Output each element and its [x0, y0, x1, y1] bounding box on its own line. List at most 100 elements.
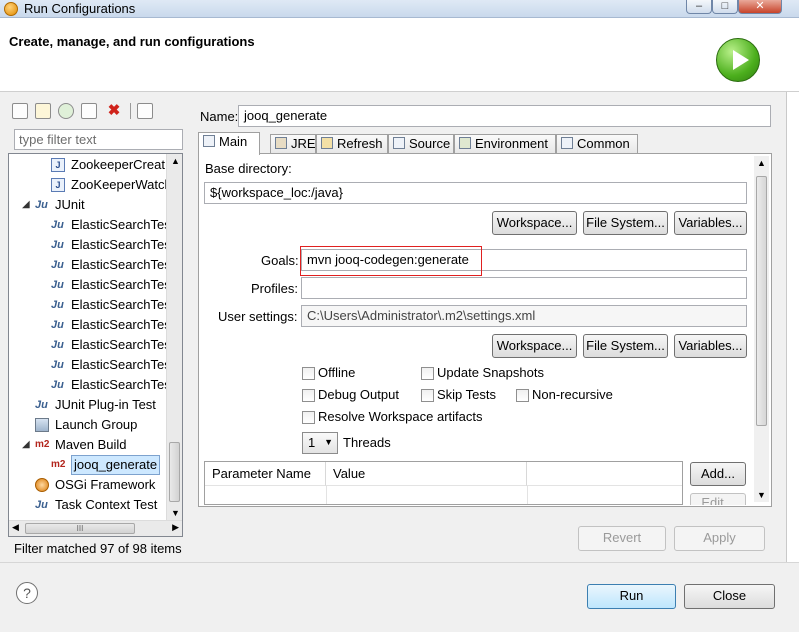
delete-icon[interactable]: ✖ — [106, 103, 122, 119]
base-directory-input[interactable]: ${workspace_loc:/java} — [204, 182, 747, 204]
tab-refresh[interactable]: Refresh — [316, 134, 388, 154]
duplicate-icon[interactable] — [81, 103, 97, 119]
scroll-right-icon[interactable]: ▶ — [172, 522, 179, 533]
junit-icon: Ju — [51, 379, 64, 391]
tree-item-label: ZooKeeperWatcl — [71, 177, 168, 192]
scroll-up-icon[interactable]: ▲ — [171, 156, 180, 166]
run-button[interactable]: Run — [587, 584, 676, 609]
close-button[interactable]: Close — [684, 584, 775, 609]
tree-horizontal-scrollbar[interactable]: ◀ III ▶ — [9, 520, 182, 536]
parameter-name-header[interactable]: Parameter Name — [205, 462, 326, 486]
tree-item[interactable]: Ju ElasticSearchTes — [9, 315, 171, 335]
tree-item[interactable]: Ju JUnit Plug-in Test — [9, 395, 166, 415]
new-prototype-icon[interactable] — [35, 103, 51, 119]
profiles-input[interactable] — [301, 277, 747, 299]
non-recursive-checkbox[interactable] — [516, 389, 529, 402]
tree-item[interactable]: Ju ElasticSearchTes — [9, 235, 171, 255]
edit-parameter-button[interactable]: Edit... — [690, 493, 746, 505]
junit-icon: Ju — [35, 199, 48, 211]
filter-input[interactable]: type filter text — [14, 129, 183, 150]
panel-scroll-thumb[interactable] — [756, 176, 767, 426]
tree-item[interactable]: J ZookeeperCreat — [9, 155, 166, 175]
tree-item[interactable]: ◢ m2 Maven Build — [9, 435, 166, 455]
threads-select[interactable]: 1 ▼ — [302, 432, 338, 454]
scroll-down-icon[interactable]: ▼ — [757, 490, 766, 500]
run-icon — [716, 38, 760, 82]
filter-status: Filter matched 97 of 98 items — [14, 541, 182, 556]
tree-item[interactable]: Launch Group — [9, 415, 166, 435]
panel-vertical-scrollbar[interactable]: ▲ ▼ — [754, 156, 769, 502]
file-system-button-2[interactable]: File System... — [583, 334, 668, 358]
tab-source[interactable]: Source — [388, 134, 454, 154]
collapse-all-icon[interactable] — [137, 103, 153, 119]
tree-item[interactable]: Ju ElasticSearchTes — [9, 355, 171, 375]
tree-item[interactable]: Ju ElasticSearchTes — [9, 295, 171, 315]
variables-button-2[interactable]: Variables... — [674, 334, 747, 358]
osgi-icon — [35, 478, 49, 492]
chevron-down-icon: ▼ — [324, 437, 333, 447]
minimize-button[interactable]: – — [686, 0, 712, 14]
tab-jre[interactable]: JRE — [270, 134, 316, 154]
tree-item-label: Launch Group — [55, 417, 138, 432]
java-file-icon: J — [51, 158, 65, 172]
add-parameter-button[interactable]: Add... — [690, 462, 746, 486]
tab-main[interactable]: Main — [198, 132, 260, 155]
scroll-thumb[interactable] — [169, 442, 180, 502]
tab-label: JRE — [291, 136, 316, 151]
tree-item[interactable]: ◢ Ju JUnit — [9, 195, 166, 215]
offline-checkbox[interactable] — [302, 367, 315, 380]
scroll-left-icon[interactable]: ◀ — [12, 522, 19, 533]
workspace-button-2[interactable]: Workspace... — [492, 334, 577, 358]
close-window-button[interactable]: ✕ — [738, 0, 782, 14]
tree-vertical-scrollbar[interactable]: ▲ ▼ — [166, 154, 182, 520]
tree-item[interactable]: OSGi Framework — [9, 475, 166, 495]
skip-tests-label: Skip Tests — [437, 387, 497, 402]
dialog-footer — [0, 562, 799, 632]
skip-tests-checkbox[interactable] — [421, 389, 434, 402]
tree-item[interactable]: Ju Task Context Test — [9, 495, 166, 515]
tree-item-label: ZookeeperCreat — [71, 157, 165, 172]
tree-item-label: jooq_generate — [71, 455, 161, 475]
resolve-workspace-checkbox[interactable] — [302, 411, 315, 424]
tab-environment[interactable]: Environment — [454, 134, 556, 154]
name-label: Name: — [200, 109, 239, 124]
tree-item[interactable]: Ju ElasticSearchTes — [9, 375, 171, 395]
update-snapshots-checkbox[interactable] — [421, 367, 434, 380]
expander-icon[interactable]: ◢ — [22, 435, 32, 455]
tab-common[interactable]: Common — [556, 134, 638, 154]
expander-icon[interactable]: ◢ — [22, 195, 32, 215]
header-title: Create, manage, and run configurations — [9, 34, 255, 49]
scroll-up-icon[interactable]: ▲ — [757, 158, 766, 168]
value-header[interactable]: Value — [326, 462, 527, 486]
tree-item[interactable]: J ZooKeeperWatcl — [9, 175, 168, 195]
scroll-down-icon[interactable]: ▼ — [171, 508, 180, 518]
maximize-button[interactable]: □ — [712, 0, 738, 14]
tree-item-label: JUnit Plug-in Test — [55, 397, 156, 412]
export-icon[interactable] — [58, 103, 74, 119]
tab-label: Main — [219, 134, 248, 149]
junit-icon: Ju — [51, 279, 64, 291]
eclipse-app-icon — [4, 2, 18, 16]
file-system-button[interactable]: File System... — [583, 211, 668, 235]
workspace-button[interactable]: Workspace... — [492, 211, 577, 235]
tree-item[interactable]: Ju ElasticSearchTes — [9, 255, 171, 275]
tree-item[interactable]: m2 jooq_generate — [9, 455, 166, 475]
user-settings-input[interactable]: C:\Users\Administrator\.m2\settings.xml — [301, 305, 747, 327]
tree-item-label: ElasticSearchTes — [71, 357, 171, 372]
hscroll-thumb[interactable]: III — [25, 523, 135, 534]
tree-item-label: OSGi Framework — [55, 477, 156, 492]
debug-output-checkbox[interactable] — [302, 389, 315, 402]
tree-item[interactable]: Ju ElasticSearchTes — [9, 215, 171, 235]
tree-item[interactable]: Ju ElasticSearchTes — [9, 335, 171, 355]
resolve-workspace-label: Resolve Workspace artifacts — [318, 409, 483, 424]
variables-button[interactable]: Variables... — [674, 211, 747, 235]
tree-item-label: ElasticSearchTes — [71, 237, 171, 252]
apply-button[interactable]: Apply — [674, 526, 765, 551]
name-input[interactable]: jooq_generate — [238, 105, 771, 127]
new-config-icon[interactable] — [12, 103, 28, 119]
junit-icon: Ju — [51, 239, 64, 251]
tree-item[interactable]: Ju ElasticSearchTes — [9, 275, 171, 295]
junit-icon: Ju — [51, 359, 64, 371]
revert-button[interactable]: Revert — [578, 526, 666, 551]
help-icon[interactable]: ? — [16, 582, 38, 604]
